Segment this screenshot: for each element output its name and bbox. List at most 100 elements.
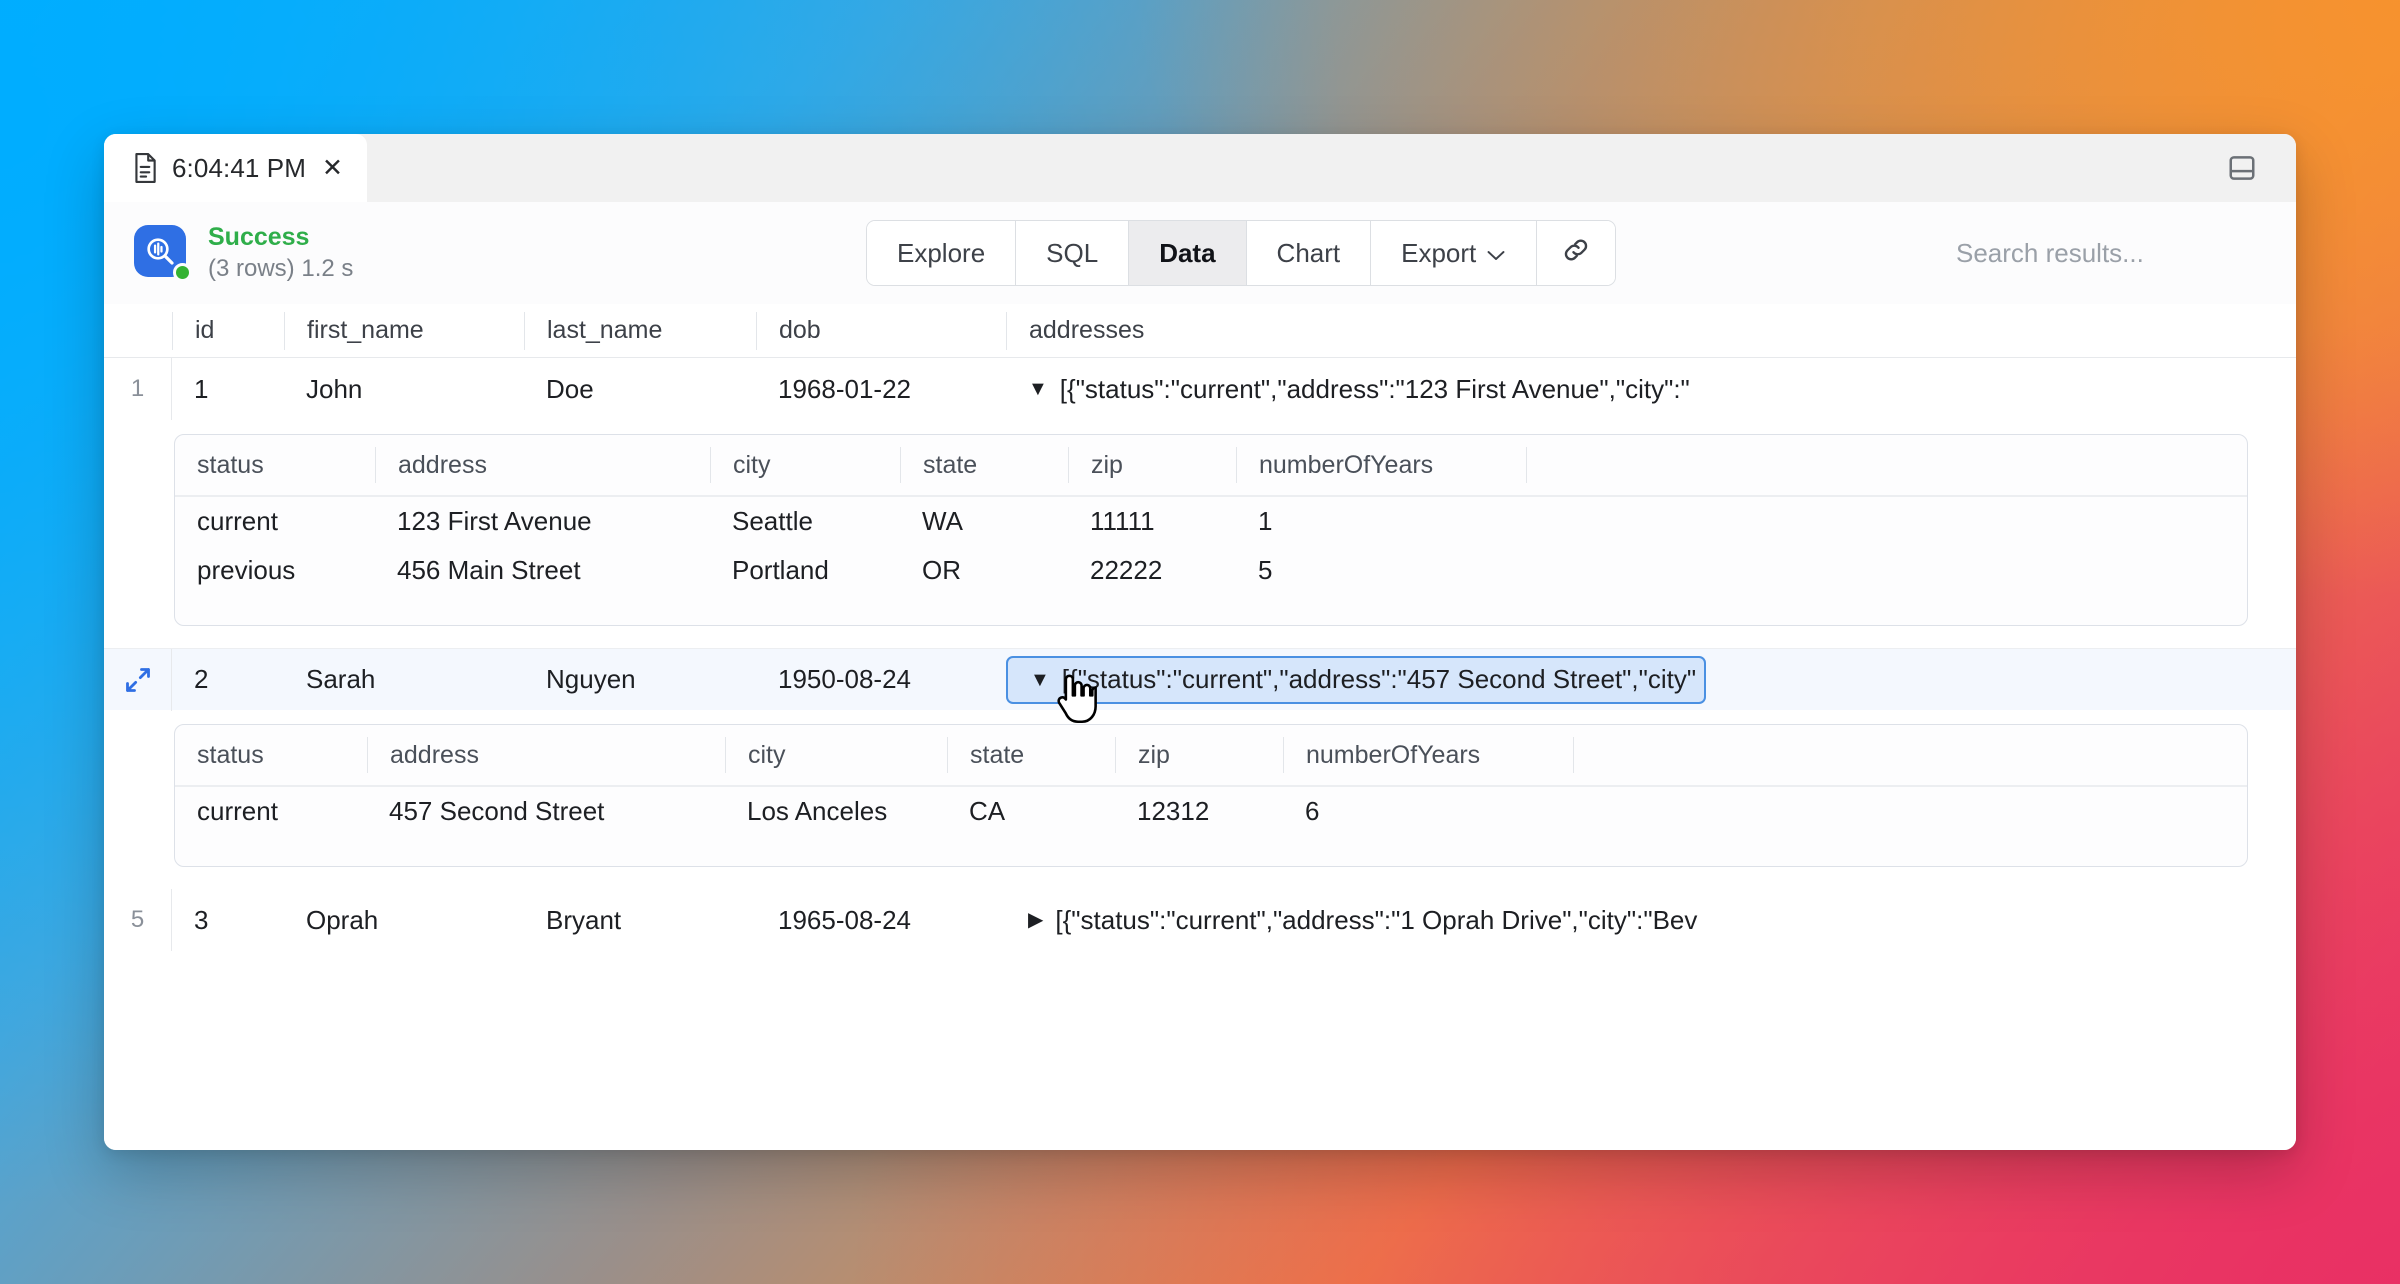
addresses-preview-text: [{"status":"current","address":"1 Oprah …	[1055, 904, 1698, 935]
link-icon	[1561, 235, 1591, 272]
cell-addresses-json[interactable]: ▶ [{"status":"current","address":"1 Opra…	[1006, 889, 1706, 951]
split-pane-icon[interactable]	[2220, 146, 2264, 190]
cell-last-name: Nguyen	[546, 664, 636, 694]
nested-table-wrapper: status address city state zip numberOfYe…	[104, 420, 2296, 648]
addresses-preview-text: [{"status":"current","address":"123 Firs…	[1059, 373, 1690, 404]
status-block: Success (3 rows) 1.2 s	[134, 223, 694, 282]
tab-sql[interactable]: SQL	[1016, 221, 1130, 285]
column-header-id[interactable]: id	[172, 311, 284, 350]
nested-column-header-numberofyears[interactable]: numberOfYears	[1236, 447, 1526, 483]
view-tabs: Explore SQL Data Chart Export	[866, 220, 1617, 286]
close-icon[interactable]: ✕	[322, 155, 343, 181]
cell-first-name: John	[306, 373, 363, 404]
nested-header-tail	[1573, 737, 2247, 773]
status-indicator-dot	[173, 263, 192, 282]
nested-cell-zip: 12312	[1137, 796, 1210, 826]
table-row[interactable]: 2 Sarah Nguyen 1950-08-24 ▼ [{"status":"…	[104, 648, 2296, 711]
collapse-triangle-icon[interactable]: ▼	[1030, 670, 1050, 690]
nested-column-header-numberofyears[interactable]: numberOfYears	[1283, 737, 1573, 773]
nested-column-header-address[interactable]: address	[375, 447, 710, 483]
nested-cell-city: Portland	[732, 555, 829, 585]
copy-link-button[interactable]	[1537, 221, 1616, 285]
nested-table-row[interactable]: previous 456 Main Street Portland OR 222…	[175, 546, 2247, 595]
cell-last-name: Bryant	[546, 904, 622, 935]
nested-cell-numberofyears: 6	[1305, 796, 1320, 826]
table-row[interactable]: 1 1 John Doe 1968-01-22 ▼ [{"status":"cu…	[104, 358, 2296, 420]
tab-data[interactable]: Data	[1129, 221, 1247, 285]
table-row[interactable]: 5 3 Oprah Bryant 1965-08-24 ▶ [{"status"…	[104, 889, 2296, 951]
result-toolbar: Success (3 rows) 1.2 s Explore SQL Data …	[104, 202, 2296, 304]
column-header-last-name[interactable]: last_name	[524, 311, 756, 350]
cell-addresses-json[interactable]: ▼ [{"status":"current","address":"123 Fi…	[1006, 358, 1706, 420]
export-button[interactable]: Export	[1371, 221, 1538, 285]
nested-column-header-city[interactable]: city	[725, 737, 947, 773]
cell-first-name: Sarah	[306, 664, 376, 694]
nested-cell-city: Los Anceles	[747, 796, 888, 826]
export-label: Export	[1401, 237, 1477, 268]
nested-column-header-address[interactable]: address	[367, 737, 725, 773]
cell-dob: 1965-08-24	[778, 904, 911, 935]
cell-dob: 1950-08-24	[778, 664, 911, 694]
nested-cell-address: 457 Second Street	[389, 796, 605, 826]
nested-column-header-status[interactable]: status	[175, 447, 375, 483]
nested-cell-state: WA	[922, 506, 963, 536]
nested-cell-status: current	[197, 506, 278, 536]
nested-cell-zip: 22222	[1090, 555, 1163, 585]
nested-table-row[interactable]: current 457 Second Street Los Anceles CA…	[175, 787, 2247, 836]
collapse-triangle-icon[interactable]: ▼	[1028, 379, 1048, 399]
results-grid: id first_name last_name dob addresses 1 …	[104, 304, 2296, 1150]
tab-chart[interactable]: Chart	[1246, 221, 1372, 285]
cell-last-name: Doe	[546, 373, 594, 404]
addresses-preview-text: [{"status":"current","address":"457 Seco…	[1061, 664, 1697, 694]
column-header-addresses[interactable]: addresses	[1006, 311, 1706, 350]
nested-header-row: status address city state zip numberOfYe…	[175, 435, 2247, 497]
tab-query-result[interactable]: 6:04:41 PM ✕	[104, 134, 367, 202]
row-number: 1	[104, 358, 172, 420]
expand-triangle-icon[interactable]: ▶	[1028, 910, 1043, 930]
status-meta: (3 rows) 1.2 s	[208, 255, 354, 283]
chevron-down-icon	[1486, 238, 1506, 269]
nested-header-tail	[1526, 447, 2247, 483]
grid-header-row: id first_name last_name dob addresses	[104, 304, 2296, 358]
nested-column-header-zip[interactable]: zip	[1068, 447, 1236, 483]
app-icon-wrap	[134, 225, 192, 282]
nested-cell-address: 456 Main Street	[397, 555, 581, 585]
nested-table-wrapper: status address city state zip numberOfYe…	[104, 710, 2296, 889]
nested-cell-city: Seattle	[732, 506, 813, 536]
nested-table: status address city state zip numberOfYe…	[174, 434, 2248, 626]
search-input[interactable]	[1956, 237, 2296, 269]
search-box[interactable]	[1956, 202, 2296, 304]
expand-row-icon[interactable]	[104, 648, 172, 711]
nested-cell-numberofyears: 5	[1258, 555, 1273, 585]
tab-strip-spacer	[367, 134, 2220, 202]
nested-table-padding	[175, 836, 2247, 866]
column-header-first-name[interactable]: first_name	[284, 311, 524, 350]
tab-explore[interactable]: Explore	[867, 221, 1017, 285]
cell-dob: 1968-01-22	[778, 373, 911, 404]
nested-column-header-state[interactable]: state	[900, 447, 1068, 483]
nested-cell-zip: 11111	[1090, 506, 1155, 536]
nested-column-header-city[interactable]: city	[710, 447, 900, 483]
cell-addresses-json-selected[interactable]: ▼ [{"status":"current","address":"457 Se…	[1006, 655, 1706, 704]
nested-cell-state: OR	[922, 555, 961, 585]
tab-strip: 6:04:41 PM ✕	[104, 134, 2296, 202]
nested-table-row[interactable]: current 123 First Avenue Seattle WA 1111…	[175, 497, 2247, 546]
tab-title: 6:04:41 PM	[172, 152, 306, 183]
nested-cell-address: 123 First Avenue	[397, 506, 592, 536]
rownum-header	[104, 312, 172, 350]
cell-id: 1	[194, 373, 209, 404]
nested-table: status address city state zip numberOfYe…	[174, 724, 2248, 867]
cell-id: 2	[194, 664, 209, 694]
column-header-dob[interactable]: dob	[756, 311, 1006, 350]
nested-column-header-status[interactable]: status	[175, 737, 367, 773]
app-window: 6:04:41 PM ✕ Success (3 rows) 1.2 s Expl…	[104, 134, 2296, 1150]
nested-cell-status: current	[197, 796, 278, 826]
status-text: Success (3 rows) 1.2 s	[208, 223, 353, 282]
nested-header-row: status address city state zip numberOfYe…	[175, 725, 2247, 787]
nested-column-header-zip[interactable]: zip	[1115, 737, 1283, 773]
row-number: 5	[104, 889, 172, 951]
nested-cell-status: previous	[197, 555, 296, 585]
nested-column-header-state[interactable]: state	[947, 737, 1115, 773]
cell-id: 3	[194, 904, 209, 935]
nested-table-padding	[175, 595, 2247, 625]
